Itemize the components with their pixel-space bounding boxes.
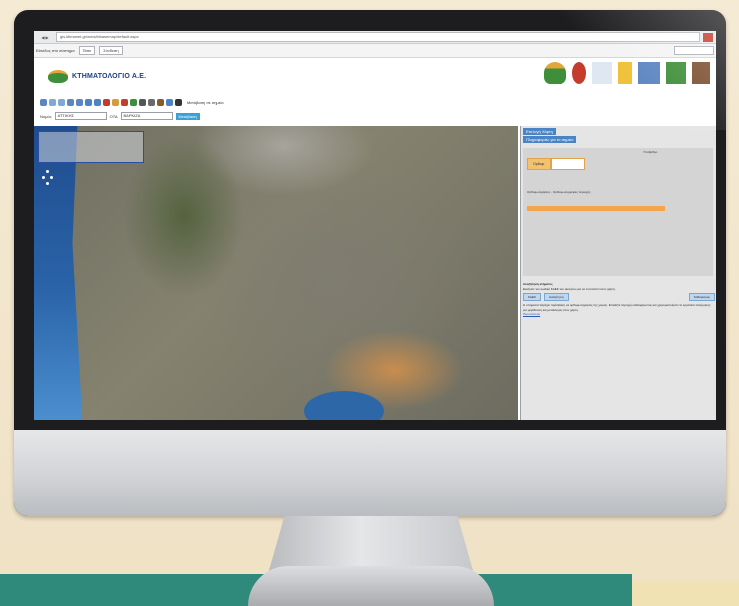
basemap-group: Υπόβαθρο Ορθοφ. Ορθοφωτοχάρτες - Ορθοφωτ… bbox=[523, 148, 713, 276]
back-forward-icon[interactable]: ◀ ▶ bbox=[34, 35, 56, 40]
toolbar-label: Μετάβαση σε σημείο bbox=[187, 99, 224, 105]
municipality-select[interactable]: ΒΑΡΚΙΖΑ bbox=[120, 112, 173, 120]
partner-logo-2 bbox=[572, 62, 586, 84]
partner-logo-7 bbox=[692, 62, 710, 84]
previous-extent-icon[interactable] bbox=[85, 98, 92, 106]
info-section: Αναζήτηση κτήματος Εισάγετε τον κωδικό Κ… bbox=[523, 282, 715, 317]
basemap-description: Ορθοφωτοχάρτες - Ορθοφωτογραφίες περιοχή… bbox=[527, 190, 591, 194]
orthophoto-map[interactable] bbox=[34, 126, 518, 420]
help-icon[interactable] bbox=[175, 98, 182, 106]
prefecture-select[interactable]: ΑΤΤΙΚΗΣ bbox=[54, 112, 107, 120]
more-link[interactable]: Περισσότερα bbox=[523, 312, 540, 316]
tab-orthophoto[interactable]: Ορθοφ. bbox=[527, 158, 551, 170]
tab-other[interactable] bbox=[550, 158, 585, 170]
partner-logo-4 bbox=[618, 62, 632, 84]
browser-toolbar: Είσοδος στο σύστημα Πάτε Σύνδεση bbox=[34, 44, 716, 58]
print-icon[interactable] bbox=[139, 98, 146, 106]
side-panel: Επιλογή Χάρτη Πληροφορίες για το σημείο … bbox=[520, 126, 716, 420]
screen: ◀ ▶ gis.ktimanet.gr/wms/ktbasemap/defaul… bbox=[34, 31, 716, 420]
site-header: ΚΤΗΜΑΤΟΛΟΓΙΟ Α.Ε. bbox=[34, 58, 716, 94]
full-extent-icon[interactable] bbox=[76, 98, 83, 106]
logo-icon bbox=[48, 70, 68, 83]
zoom-control[interactable] bbox=[42, 170, 54, 190]
basemap-tabs: Ορθοφ. bbox=[527, 158, 585, 170]
search-prefix[interactable]: Πάτε bbox=[78, 46, 96, 55]
map-toolbar: Μετάβαση σε σημείο bbox=[40, 96, 224, 108]
browser-menu-select[interactable] bbox=[674, 46, 714, 55]
basemap-label: Υπόβαθρο bbox=[643, 150, 658, 154]
selected-layer-bar[interactable] bbox=[527, 206, 665, 211]
marker-icon[interactable] bbox=[121, 98, 128, 106]
info-subtext: Εισάγετε τον κωδικό ΚΑΕΚ του ακινήτου γι… bbox=[523, 286, 616, 291]
partner-logo-3 bbox=[592, 62, 612, 84]
go-button[interactable]: Μετάβαση bbox=[175, 112, 200, 120]
location-search: Νομός ΑΤΤΙΚΗΣ ΟΤΑ ΒΑΡΚΙΖΑ Μετάβαση bbox=[40, 111, 200, 121]
measure-icon[interactable] bbox=[103, 98, 110, 106]
panel-subtitle[interactable]: Πληροφορίες για το σημείο bbox=[523, 136, 577, 143]
url-field[interactable]: gis.ktimanet.gr/wms/ktbasemap/default.as… bbox=[56, 32, 700, 42]
close-icon[interactable] bbox=[703, 32, 713, 42]
browser-address-bar: ◀ ▶ gis.ktimanet.gr/wms/ktbasemap/defaul… bbox=[34, 31, 716, 44]
monitor-chin bbox=[14, 430, 726, 516]
site-logo[interactable]: ΚΤΗΜΑΤΟΛΟΓΙΟ Α.Ε. bbox=[48, 70, 146, 83]
pan-icon[interactable] bbox=[40, 98, 47, 106]
partner-logo-1 bbox=[544, 62, 566, 84]
identify-icon[interactable] bbox=[112, 98, 119, 106]
partner-logo-5 bbox=[638, 62, 660, 84]
municipality-label: ΟΤΑ bbox=[109, 113, 118, 119]
panel-title[interactable]: Επιλογή Χάρτη bbox=[523, 128, 556, 135]
layers-icon[interactable] bbox=[130, 98, 137, 106]
partner-logo-6 bbox=[666, 62, 686, 84]
zoom-in-icon[interactable] bbox=[49, 98, 56, 106]
table-icon[interactable] bbox=[148, 98, 155, 106]
org-name: ΚΤΗΜΑΤΟΛΟΓΙΟ Α.Ε. bbox=[72, 73, 147, 80]
kaek-field[interactable]: ΚΑΕΚ bbox=[523, 293, 542, 301]
login-button[interactable]: Σύνδεση bbox=[99, 46, 123, 55]
search-button[interactable]: Αναζήτηση bbox=[544, 293, 569, 301]
monitor-base bbox=[248, 566, 494, 606]
export-icon[interactable] bbox=[157, 98, 164, 106]
info-icon[interactable] bbox=[166, 98, 173, 106]
cream-tab bbox=[632, 582, 739, 606]
favorites-text: Είσοδος στο σύστημα bbox=[36, 48, 75, 53]
prefecture-label: Νομός bbox=[40, 113, 52, 119]
info-body: Η υπηρεσία παρέχει πρόσβαση σε ορθοφωτοχ… bbox=[523, 303, 711, 312]
overview-map[interactable] bbox=[38, 131, 144, 163]
partner-logos bbox=[544, 62, 710, 84]
next-extent-icon[interactable] bbox=[94, 98, 101, 106]
info-buttons: ΚΑΕΚ Αναζήτηση Καθαρισμός bbox=[523, 293, 715, 301]
clear-button[interactable]: Καθαρισμός bbox=[688, 293, 715, 301]
zoom-out-icon[interactable] bbox=[58, 98, 65, 106]
zoom-box-icon[interactable] bbox=[67, 98, 74, 106]
